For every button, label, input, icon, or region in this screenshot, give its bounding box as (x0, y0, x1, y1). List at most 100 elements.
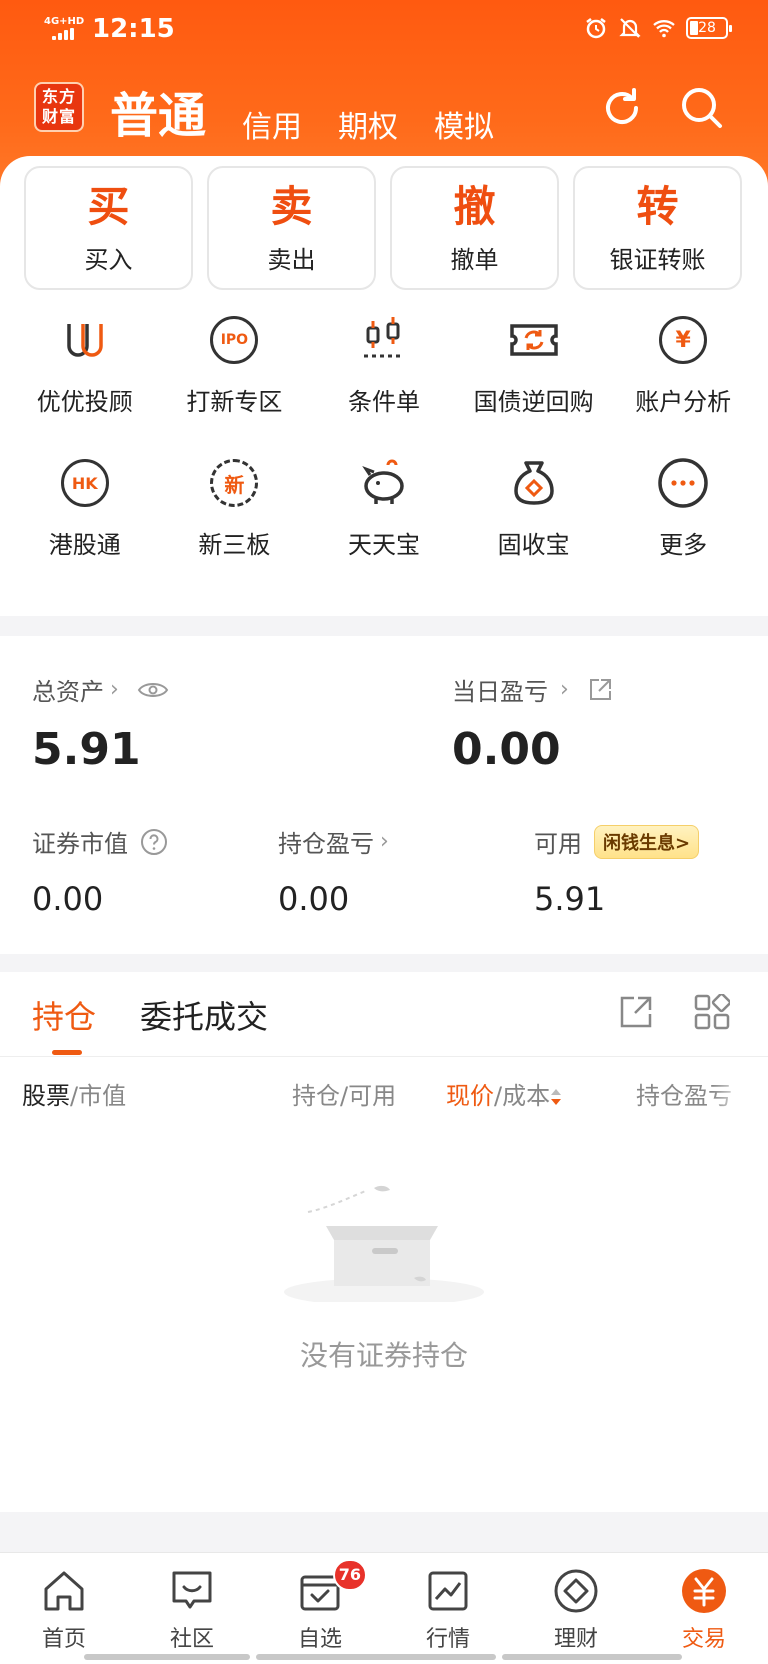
search-icon[interactable] (678, 84, 726, 132)
tab-credit[interactable]: 信用 (242, 102, 302, 146)
available-value: 5.91 (534, 880, 606, 918)
column-market-value-label: /市值 (70, 1082, 127, 1110)
account-analysis-icon: ¥ (655, 312, 711, 368)
daily-pl-header[interactable]: 当日盈亏 › (452, 672, 613, 707)
feature-neeq[interactable]: 新 新三板 (160, 455, 310, 560)
buy-icon: 买 (87, 181, 130, 231)
nav-label: 理财 (553, 1627, 598, 1652)
battery-icon: 28 (686, 17, 732, 39)
nav-wealth[interactable]: 理财 (512, 1553, 640, 1664)
ipo-icon-text: IPO (210, 316, 259, 364)
money-bag-icon (513, 461, 554, 505)
asset-summary: 总资产 › 5.91 当日盈亏 › 0.00 证券市值 0.00 持仓盈亏 › … (0, 636, 768, 954)
layout-grid-icon[interactable] (694, 994, 730, 1030)
nav-watchlist[interactable]: 76 自选 (256, 1553, 384, 1664)
tab-normal[interactable]: 普通 (110, 76, 206, 146)
ipo-icon: IPO (206, 312, 262, 368)
column-cost-label: /成本 (494, 1082, 551, 1110)
logo-text-bottom: 财富 (41, 107, 76, 126)
nav-trade[interactable]: 交易 (640, 1553, 768, 1664)
neeq-icon-text: 新 (210, 459, 259, 507)
market-icon (428, 1571, 468, 1611)
network-indicator: 4G+HD (44, 16, 85, 27)
nav-home[interactable]: 首页 (0, 1553, 128, 1664)
total-assets-label: 总资产 (32, 678, 104, 706)
sell-button[interactable]: 卖 卖出 (207, 166, 376, 290)
bank-transfer-label: 银证转账 (609, 245, 706, 274)
available-label: 可用 (534, 830, 582, 858)
app-logo: 东方 财富 (34, 82, 84, 132)
watchlist-badge: 76 (332, 1559, 368, 1591)
feature-label: 账户分析 (635, 388, 732, 416)
mute-icon (619, 18, 641, 38)
neeq-icon: 新 (206, 455, 262, 511)
daily-pl-label: 当日盈亏 (452, 678, 548, 706)
nav-market[interactable]: 行情 (384, 1553, 512, 1664)
feature-grid: 优优投顾 IPO 打新专区 条件单 国债逆回购 ¥ 账户分析 HK 港股通 新 … (10, 312, 758, 560)
gesture-bar (84, 1654, 684, 1660)
feature-more[interactable]: 更多 (608, 455, 758, 560)
sell-label: 卖出 (267, 245, 316, 274)
active-tab-indicator (52, 1050, 82, 1055)
community-icon (172, 1571, 212, 1609)
feature-condition-order[interactable]: 条件单 (309, 312, 459, 417)
available-header: 可用 闲钱生息> (534, 824, 700, 859)
feature-treasury-repo[interactable]: 国债逆回购 (459, 312, 609, 417)
market-value-header: 证券市值 (32, 824, 168, 859)
divider (0, 1056, 768, 1057)
feature-uu-advisor[interactable]: 优优投顾 (10, 312, 160, 417)
buy-button[interactable]: 买 买入 (24, 166, 193, 290)
help-icon[interactable] (140, 828, 168, 856)
cancel-order-button[interactable]: 撤 撤单 (390, 166, 559, 290)
export-icon[interactable] (618, 994, 654, 1030)
bank-transfer-button[interactable]: 转 银证转账 (573, 166, 742, 290)
nav-community[interactable]: 社区 (128, 1553, 256, 1664)
tab-holdings[interactable]: 持仓 (32, 992, 96, 1038)
wealth-icon (554, 1569, 598, 1613)
feature-ipo-zone[interactable]: IPO 打新专区 (160, 312, 310, 417)
column-price-cost[interactable]: 现价/成本 (446, 1076, 562, 1111)
logo-text-top: 东方 (41, 87, 76, 106)
tab-options[interactable]: 期权 (338, 102, 398, 146)
column-position-pl: 持仓盈亏 (636, 1082, 732, 1110)
feature-hk-connect[interactable]: HK 港股通 (10, 455, 160, 560)
status-time: 12:15 (92, 14, 175, 44)
signal-icon (52, 28, 76, 40)
chevron-right-icon: › (110, 677, 119, 702)
condition-order-icon (363, 317, 404, 358)
buy-label: 买入 (84, 245, 133, 274)
battery-level: 28 (698, 20, 716, 36)
cancel-order-label: 撤单 (450, 245, 499, 274)
feature-account-analysis[interactable]: ¥ 账户分析 (608, 312, 758, 417)
feature-tiantianbao[interactable]: 天天宝 (309, 455, 459, 560)
feature-label: 条件单 (347, 388, 420, 416)
piggy-bank-icon (362, 459, 404, 504)
positions-tabs: 持仓 委托成交 (32, 992, 268, 1038)
nav-label: 行情 (425, 1627, 470, 1652)
more-icon (658, 458, 708, 508)
total-assets-header[interactable]: 总资产 › (32, 672, 169, 707)
tab-simulation[interactable]: 模拟 (434, 102, 494, 146)
refresh-icon[interactable] (598, 84, 646, 132)
nav-label: 自选 (297, 1627, 342, 1652)
eye-icon[interactable] (137, 680, 169, 700)
share-icon[interactable] (587, 677, 613, 703)
chevron-right-icon: › (560, 677, 569, 702)
hk-icon-text: HK (60, 459, 109, 507)
feature-gushoubao[interactable]: 固收宝 (459, 455, 609, 560)
position-pl-label: 持仓盈亏 (278, 830, 374, 858)
uu-advisor-icon (67, 324, 103, 357)
market-value: 0.00 (32, 880, 104, 918)
position-pl-value: 0.00 (278, 880, 350, 918)
nav-label: 交易 (681, 1627, 726, 1652)
position-pl-header[interactable]: 持仓盈亏 › (278, 824, 389, 859)
trade-buttons: 买 买入 卖 卖出 撤 撤单 转 银证转账 (24, 166, 742, 290)
column-price-label: 现价 (446, 1082, 494, 1110)
feature-label: 优优投顾 (36, 388, 133, 416)
feature-label: 国债逆回购 (473, 388, 594, 416)
tab-orders-trades[interactable]: 委托成交 (140, 992, 268, 1038)
bottom-navigation: 首页 社区 76 自选 行情 理财 交易 (0, 1552, 768, 1664)
idle-cash-badge[interactable]: 闲钱生息> (594, 824, 700, 859)
sell-icon: 卖 (270, 181, 313, 231)
status-bar: 4G+HD 12:15 28 (0, 0, 768, 60)
